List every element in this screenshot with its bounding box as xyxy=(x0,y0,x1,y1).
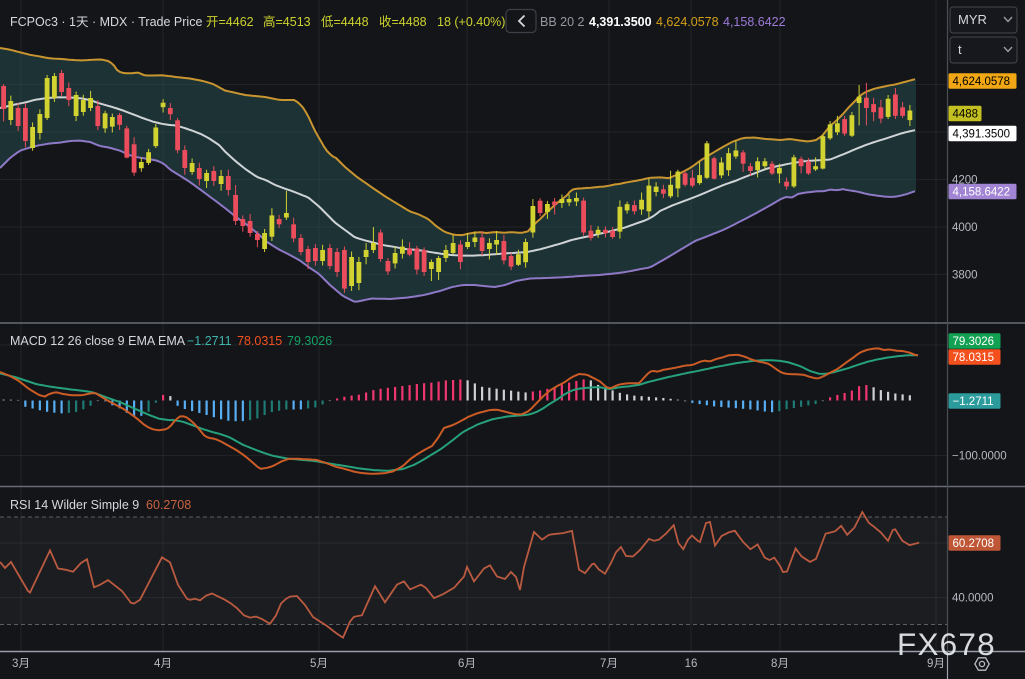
svg-text:3800: 3800 xyxy=(952,270,978,282)
svg-text:−1.2711: −1.2711 xyxy=(187,334,232,348)
svg-text:7月: 7月 xyxy=(600,658,618,670)
svg-text:4488: 4488 xyxy=(953,109,979,121)
svg-text:4000: 4000 xyxy=(952,222,978,234)
svg-text:FCPOc3 · 1天 · MDX · Trade Pric: FCPOc3 · 1天 · MDX · Trade Price xyxy=(10,15,202,29)
svg-text:4,391.3500: 4,391.3500 xyxy=(953,129,1011,141)
svg-text:78.0315: 78.0315 xyxy=(953,352,995,364)
svg-text:8月: 8月 xyxy=(771,658,789,670)
svg-text:18 (+0.40%): 18 (+0.40%) xyxy=(437,15,505,29)
svg-text:79.3026: 79.3026 xyxy=(287,334,332,348)
svg-text:5月: 5月 xyxy=(310,658,328,670)
svg-text:BB 20 2: BB 20 2 xyxy=(540,15,585,29)
svg-text:78.0315: 78.0315 xyxy=(237,334,282,348)
svg-text:79.3026: 79.3026 xyxy=(953,336,995,348)
svg-text:收=4488: 收=4488 xyxy=(379,15,427,29)
svg-text:低=4448: 低=4448 xyxy=(321,15,369,29)
svg-text:4,158.6422: 4,158.6422 xyxy=(953,187,1011,199)
svg-text:MACD 12 26 close 9 EMA EMA: MACD 12 26 close 9 EMA EMA xyxy=(10,334,186,348)
svg-text:RSI 14 Wilder Simple 9: RSI 14 Wilder Simple 9 xyxy=(10,498,139,512)
svg-text:t: t xyxy=(958,42,962,57)
svg-text:60.2708: 60.2708 xyxy=(146,498,191,512)
svg-text:6月: 6月 xyxy=(458,658,476,670)
svg-text:高=4513: 高=4513 xyxy=(263,14,311,29)
svg-text:40.0000: 40.0000 xyxy=(952,593,994,605)
svg-text:4,624.0578: 4,624.0578 xyxy=(953,76,1011,88)
svg-text:MYR: MYR xyxy=(958,12,987,27)
svg-text:FX678: FX678 xyxy=(897,626,996,662)
svg-text:16: 16 xyxy=(685,658,698,670)
svg-text:3月: 3月 xyxy=(12,658,30,670)
svg-text:4月: 4月 xyxy=(154,658,172,670)
svg-text:60.2708: 60.2708 xyxy=(953,538,995,550)
svg-text:4,624.0578: 4,624.0578 xyxy=(656,15,719,29)
svg-text:9月: 9月 xyxy=(927,658,945,670)
svg-text:开=4462: 开=4462 xyxy=(206,15,254,29)
svg-text:−1.2711: −1.2711 xyxy=(953,396,994,408)
svg-text:−100.0000: −100.0000 xyxy=(952,451,1007,463)
svg-text:4,391.3500: 4,391.3500 xyxy=(589,15,652,29)
svg-text:4,158.6422: 4,158.6422 xyxy=(723,15,786,29)
